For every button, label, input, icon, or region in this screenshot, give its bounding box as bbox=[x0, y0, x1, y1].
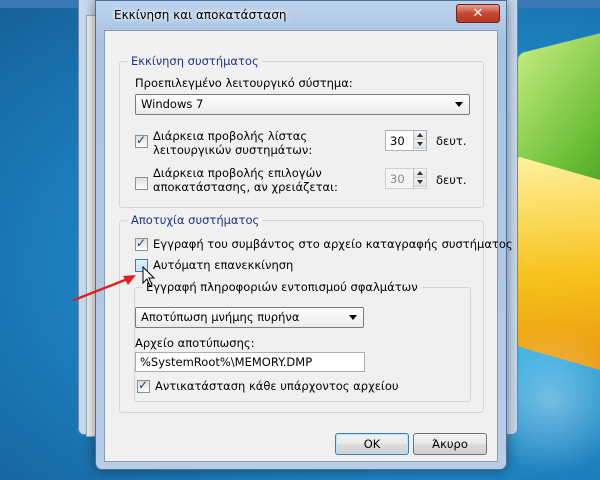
spinner-buttons bbox=[413, 131, 426, 150]
ok-button[interactable]: OK bbox=[335, 433, 409, 455]
default-os-value: Windows 7 bbox=[141, 97, 204, 111]
default-os-select[interactable]: Windows 7 bbox=[135, 94, 470, 115]
os-list-checkbox[interactable] bbox=[135, 133, 148, 148]
debug-info-group: Εγγραφή πληροφοριών εντοπισμού σφαλμάτων… bbox=[134, 280, 471, 402]
overwrite-checkbox[interactable] bbox=[137, 378, 150, 393]
system-failure-group-label: Αποτυχία συστήματος bbox=[128, 213, 263, 227]
annotation-arrow-icon bbox=[72, 275, 136, 302]
recovery-options-label: Διάρκεια προβολής επιλογών αποκατάστασης… bbox=[153, 166, 338, 194]
close-icon: ✕ bbox=[472, 6, 484, 21]
write-event-label: Εγγραφή του συμβάντος στο αρχείο καταγρα… bbox=[153, 237, 513, 251]
chevron-down-icon bbox=[349, 315, 357, 320]
dialog-client-area: Εκκίνηση συστήματος Προεπιλεγμένο λειτου… bbox=[104, 30, 513, 462]
recovery-options-checkbox[interactable] bbox=[135, 177, 148, 190]
os-list-seconds-value: 30 bbox=[390, 134, 405, 148]
write-event-checkbox[interactable] bbox=[135, 236, 148, 251]
dump-type-select[interactable]: Αποτύπωση μνήμης πυρήνα bbox=[135, 307, 364, 328]
system-failure-group: Αποτυχία συστήματος Εγγραφή του συμβάντο… bbox=[119, 213, 513, 413]
dialog-title: Εκκίνηση και αποκατάσταση bbox=[114, 8, 287, 22]
os-list-label: Διάρκεια προβολής λίστας λειτουργικών συ… bbox=[153, 129, 313, 157]
auto-restart-label: Αυτόματη επανεκκίνηση bbox=[153, 258, 294, 272]
spin-down-icon[interactable] bbox=[414, 140, 426, 149]
title-bar[interactable]: Εκκίνηση και αποκατάσταση ✕ bbox=[96, 1, 506, 29]
dump-file-value: %SystemRoot%\MEMORY.DMP bbox=[140, 355, 313, 369]
spin-up-icon bbox=[414, 169, 426, 178]
debug-info-group-label: Εγγραφή πληροφοριών εντοπισμού σφαλμάτων bbox=[143, 280, 421, 294]
recovery-unit: δευτ. bbox=[436, 173, 467, 187]
overwrite-label: Αντικατάσταση κάθε υπάρχοντος αρχείου bbox=[155, 379, 399, 393]
recovery-seconds-value: 30 bbox=[390, 172, 405, 186]
spin-down-icon bbox=[414, 178, 426, 187]
spinner-buttons-disabled bbox=[413, 169, 426, 188]
recovery-seconds-spinner: 30 bbox=[385, 168, 427, 189]
startup-recovery-dialog: Εκκίνηση και αποκατάσταση ✕ Εκκίνηση συσ… bbox=[95, 0, 513, 470]
dump-file-input[interactable]: %SystemRoot%\MEMORY.DMP bbox=[135, 352, 365, 372]
mouse-cursor-icon bbox=[142, 266, 156, 287]
spin-up-icon[interactable] bbox=[414, 131, 426, 140]
os-list-seconds-spinner[interactable]: 30 bbox=[385, 130, 427, 151]
system-startup-group-label: Εκκίνηση συστήματος bbox=[128, 54, 262, 68]
close-button[interactable]: ✕ bbox=[456, 4, 500, 23]
default-os-label: Προεπιλεγμένο λειτουργικό σύστημα: bbox=[135, 76, 353, 90]
system-startup-group: Εκκίνηση συστήματος Προεπιλεγμένο λειτου… bbox=[119, 54, 484, 208]
chevron-down-icon bbox=[455, 102, 463, 107]
dump-type-value: Αποτύπωση μνήμης πυρήνα bbox=[141, 310, 300, 324]
cancel-button[interactable]: Άκυρο bbox=[413, 433, 487, 455]
os-list-unit: δευτ. bbox=[436, 134, 467, 148]
dump-file-label: Αρχείο αποτύπωσης: bbox=[135, 336, 255, 350]
